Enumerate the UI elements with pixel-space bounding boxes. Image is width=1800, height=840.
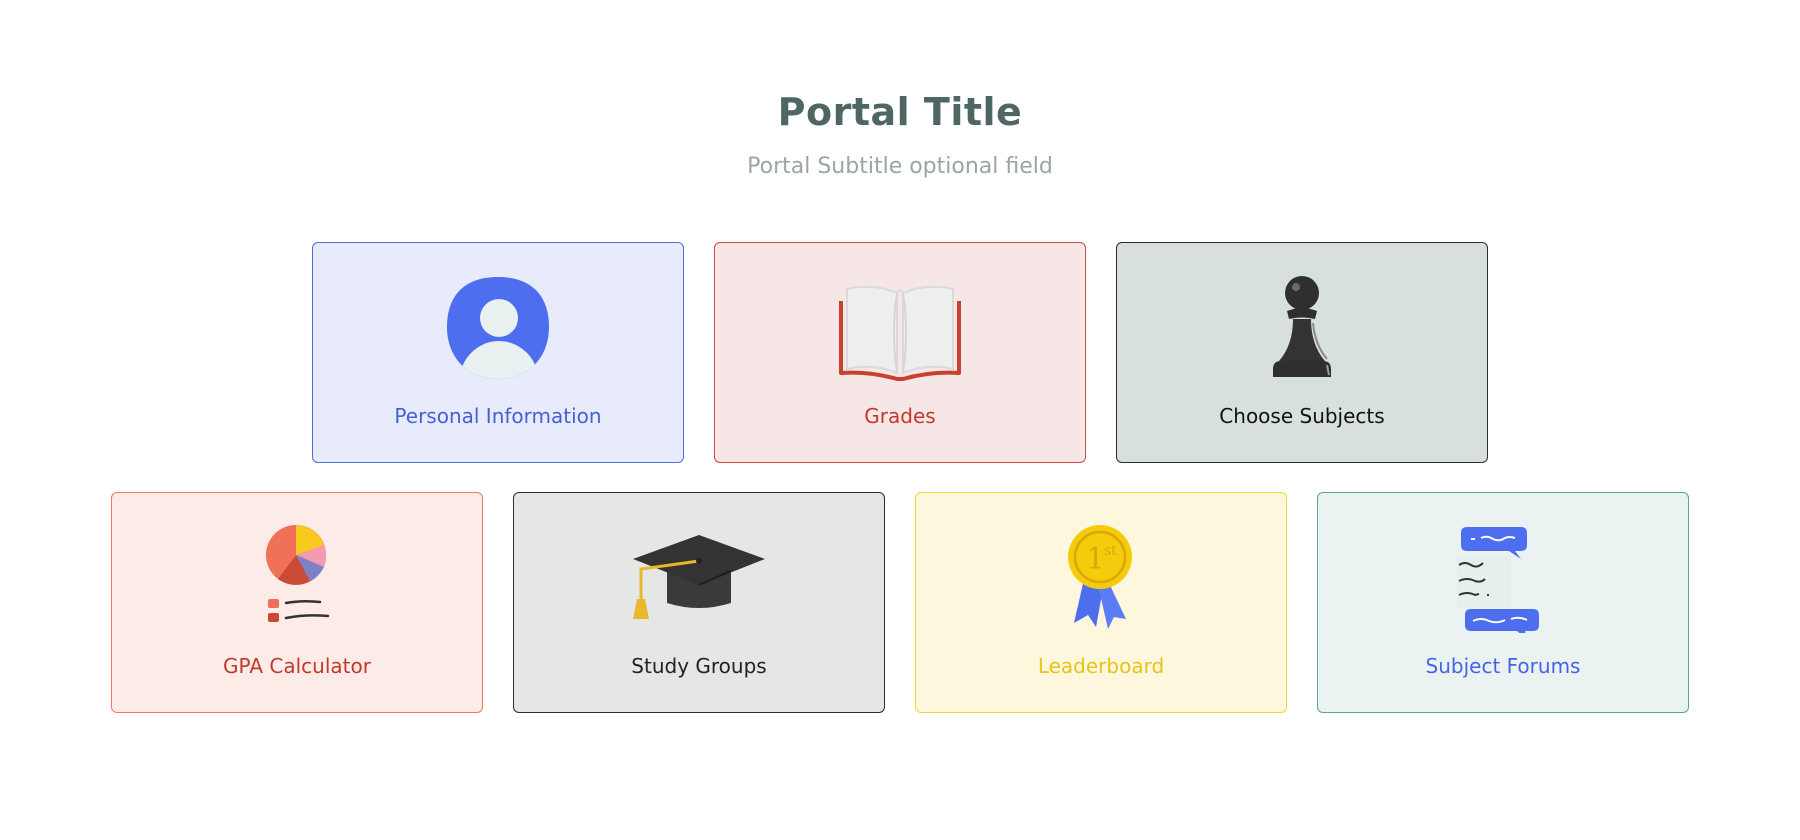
graduation-cap-icon [629,523,769,633]
card-row-bottom: GPA Calculator Study Groups 1 st Leaderb… [0,492,1800,713]
card-row-top: Personal Information Grades Choose Subje… [0,242,1800,463]
card-label: Personal Information [394,404,602,428]
card-gpa-calculator[interactable]: GPA Calculator [111,492,483,713]
portal-page: Portal Title Portal Subtitle optional fi… [0,0,1800,840]
card-label: Study Groups [631,654,767,678]
card-label: Subject Forums [1425,654,1581,678]
svg-text:1: 1 [1086,542,1105,577]
card-personal-information[interactable]: Personal Information [312,242,684,463]
card-study-groups[interactable]: Study Groups [513,492,885,713]
pie-chart-icon [227,523,367,633]
first-place-medal-icon: 1 st [1031,523,1171,633]
page-title: Portal Title [777,90,1023,134]
open-book-icon [830,273,970,383]
card-label: Grades [864,404,936,428]
svg-text:st: st [1104,543,1117,559]
card-label: Leaderboard [1037,654,1165,678]
card-grades[interactable]: Grades [714,242,1086,463]
user-avatar-icon [428,273,568,383]
card-subject-forums[interactable]: Subject Forums [1317,492,1689,713]
card-choose-subjects[interactable]: Choose Subjects [1116,242,1488,463]
card-label: GPA Calculator [223,654,371,678]
page-subtitle: Portal Subtitle optional field [747,154,1053,179]
card-label: Choose Subjects [1219,404,1385,428]
card-leaderboard[interactable]: 1 st Leaderboard [915,492,1287,713]
chat-bubbles-icon [1433,523,1573,633]
chess-pawn-icon [1232,273,1372,383]
portal-header: Portal Title Portal Subtitle optional fi… [0,84,1800,182]
